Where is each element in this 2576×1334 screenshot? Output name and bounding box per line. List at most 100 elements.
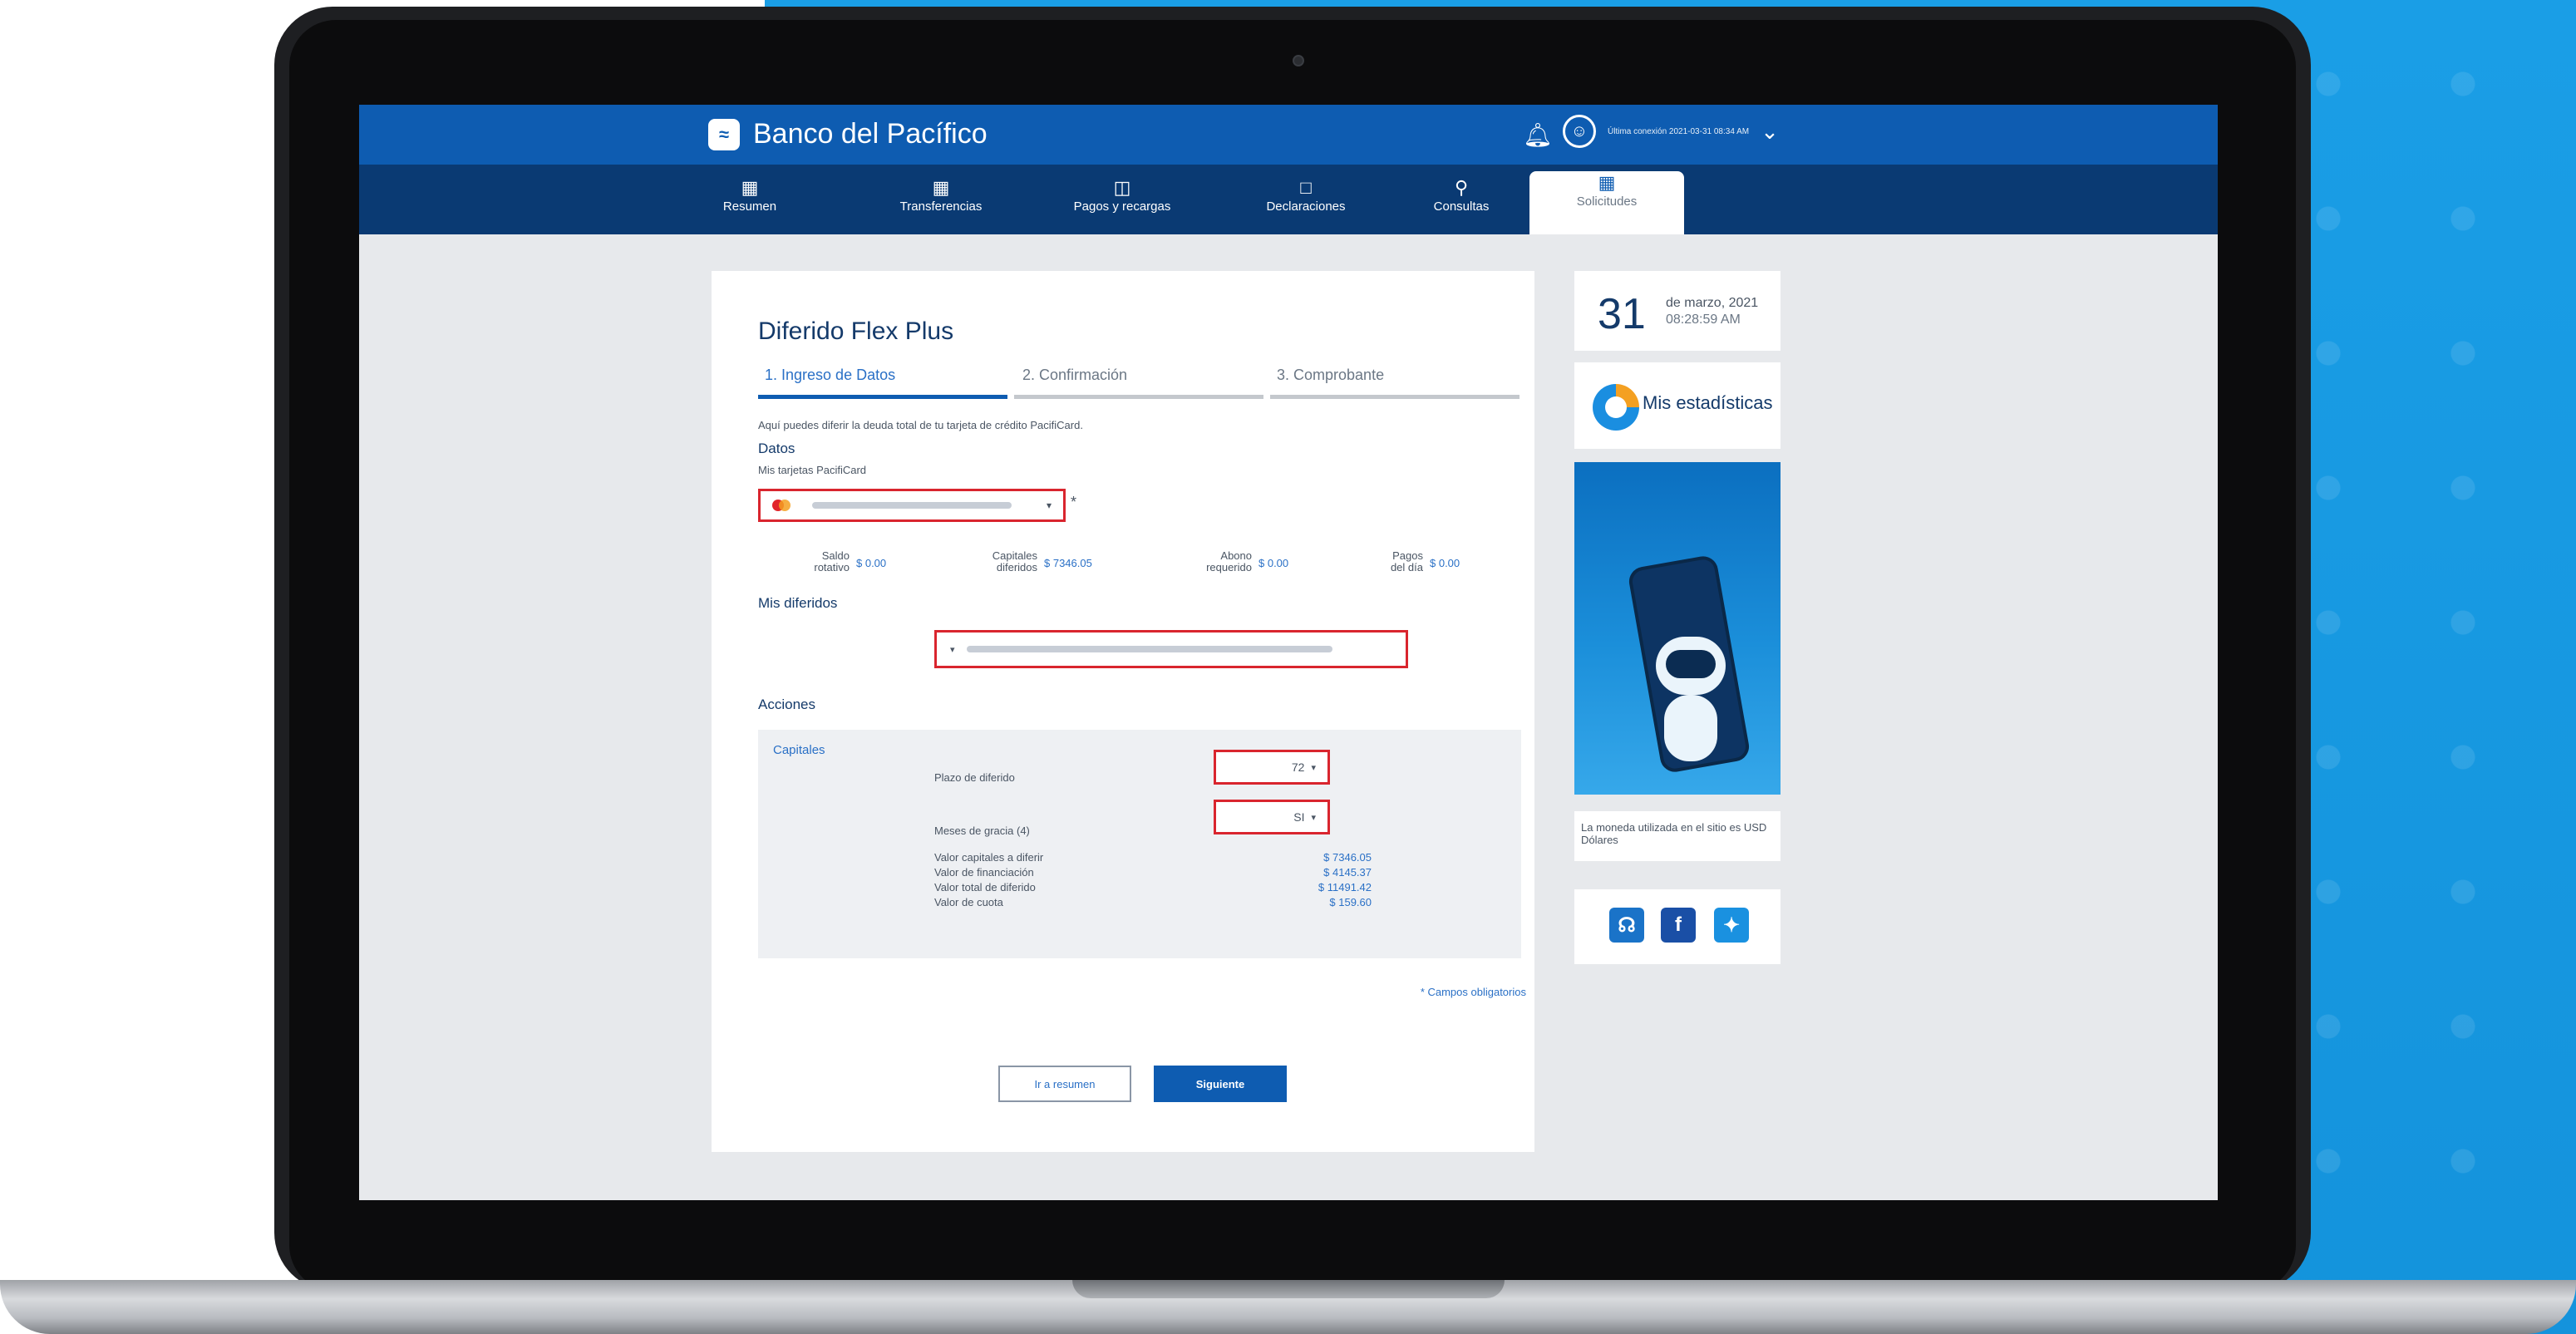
meses-gracia-value: SI (1293, 810, 1305, 824)
step-3-bar (1270, 395, 1519, 399)
bank-name: Banco del Pacífico (753, 118, 988, 150)
summary-label-line: Saldo (821, 549, 850, 562)
diferidos-select[interactable]: ▾ (934, 630, 1408, 668)
top-bar: ≈ Banco del Pacífico 🔔︎ ☺ Última conexió… (359, 105, 2218, 165)
summary-value: $ 0.00 (1258, 557, 1289, 569)
intro-text: Aquí puedes diferir la deuda total de tu… (758, 419, 1083, 431)
next-button[interactable]: Siguiente (1154, 1066, 1287, 1102)
detail-value: $ 159.60 (1329, 896, 1372, 908)
required-mark: * (1071, 494, 1077, 510)
robot-body (1664, 695, 1717, 761)
nav-solicitudes[interactable]: ▦ Solicitudes (1529, 171, 1684, 234)
date-day: 31 (1598, 290, 1646, 338)
nav-label: Transferencias (899, 199, 983, 214)
camera-icon (1293, 55, 1304, 66)
summary-value: $ 0.00 (856, 557, 887, 569)
nav-resumen[interactable]: ▦ Resumen (692, 176, 808, 214)
summary-label: Pagos del día (1365, 550, 1423, 573)
back-to-summary-button[interactable]: Ir a resumen (998, 1066, 1131, 1102)
date-month: de marzo, 2021 (1666, 296, 1759, 310)
transfer-icon: ▦ (932, 177, 950, 198)
page-title: Diferido Flex Plus (758, 318, 954, 345)
step-1-bar (758, 395, 1007, 399)
acciones-heading: Acciones (758, 697, 815, 712)
nav-transferencias[interactable]: ▦ Transferencias (883, 176, 999, 214)
search-icon: ⚲ (1454, 177, 1469, 198)
summary-label-line: Capitales (992, 549, 1037, 562)
step-2-bar (1014, 395, 1263, 399)
mastercard-icon (772, 500, 791, 511)
step-1: 1. Ingreso de Datos (765, 367, 896, 383)
capitales-panel: Capitales Plazo de diferido 72 ▾ Meses d… (758, 730, 1521, 958)
stats-card[interactable]: Mis estadísticas (1574, 362, 1781, 449)
nav-label: Consultas (1433, 199, 1490, 214)
social-card: ☊ f ✦ (1574, 889, 1781, 964)
summary-label: Abono requerido (1177, 550, 1252, 573)
date-card: 31 de marzo, 2021 08:28:59 AM (1574, 271, 1781, 351)
detail-value: $ 4145.37 (1323, 866, 1372, 879)
facebook-icon[interactable]: f (1661, 908, 1696, 943)
chevron-down-icon: ▾ (1046, 500, 1052, 511)
app-screen: ≈ Banco del Pacífico 🔔︎ ☺ Última conexió… (359, 105, 2218, 1200)
last-login: Última conexión 2021-03-31 08:34 AM (1608, 126, 1750, 136)
cards-label: Mis tarjetas PacifiCard (758, 464, 867, 476)
screenshot-stage: ≈ Banco del Pacífico 🔔︎ ☺ Última conexió… (0, 0, 2576, 1334)
meses-gracia-select[interactable]: SI ▾ (1214, 800, 1330, 834)
summary-label-line: rotativo (814, 561, 850, 573)
laptop-notch (1072, 1280, 1505, 1298)
detail-label: Valor de financiación (934, 866, 1034, 879)
requests-icon: ▦ (1598, 172, 1616, 193)
detail-label: Valor total de diferido (934, 881, 1036, 893)
nav-label: Resumen (722, 199, 777, 214)
summary-icon: ▦ (741, 177, 759, 198)
bank-logo[interactable]: ≈ Banco del Pacífico (708, 118, 988, 150)
required-fields-note: * Campos obligatorios (1420, 986, 1526, 998)
summary-label-line: requerido (1206, 561, 1252, 573)
card-select[interactable]: ▾ (758, 489, 1066, 522)
summary-value: $ 0.00 (1430, 557, 1460, 569)
datos-heading: Datos (758, 441, 795, 456)
masked-card-number (812, 502, 1012, 509)
masked-diferido (966, 646, 1332, 652)
summary-label: Saldo rotativo (791, 550, 850, 573)
user-icon: ☺ (1563, 115, 1596, 148)
chevron-down-icon: ▾ (950, 644, 955, 655)
detail-value: $ 11491.42 (1318, 881, 1372, 893)
summary-row: Saldo rotativo $ 0.00 Capitales diferido… (758, 550, 1506, 583)
summary-value: $ 7346.05 (1044, 557, 1092, 569)
bell-icon[interactable]: 🔔︎ (1523, 121, 1553, 149)
summary-label-line: Pagos (1392, 549, 1423, 562)
nav-label: Solicitudes (1576, 194, 1638, 209)
promo-banner[interactable] (1574, 462, 1781, 795)
nav-pagos[interactable]: ◫ Pagos y recargas (1056, 176, 1189, 214)
summary-label-line: Abono (1220, 549, 1252, 562)
detail-value: $ 7346.05 (1323, 851, 1372, 864)
capitales-label: Capitales (773, 743, 825, 757)
nav-declaraciones[interactable]: □ Declaraciones (1244, 176, 1368, 214)
mis-diferidos-heading: Mis diferidos (758, 595, 838, 611)
stats-label: Mis estadísticas (1643, 392, 1773, 413)
plazo-value: 72 (1291, 761, 1305, 774)
stepper: 1. Ingreso de Datos 2. Confirmación 3. C… (758, 367, 1523, 400)
chevron-down-icon: ▾ (1311, 812, 1316, 823)
plazo-select[interactable]: 72 ▾ (1214, 750, 1330, 785)
detail-label: Valor capitales a diferir (934, 851, 1044, 864)
summary-label: Capitales diferidos (963, 550, 1037, 573)
robot-face (1666, 650, 1716, 678)
step-2: 2. Confirmación (1022, 367, 1128, 383)
meses-gracia-label: Meses de gracia (4) (934, 825, 1030, 837)
headset-icon[interactable]: ☊ (1609, 908, 1644, 943)
step-3: 3. Comprobante (1277, 367, 1385, 383)
user-menu[interactable]: ☺ Última conexión 2021-03-31 08:34 AM ⌄ (1563, 115, 1779, 148)
form-card: Diferido Flex Plus 1. Ingreso de Datos 2… (712, 271, 1534, 1152)
plazo-label: Plazo de diferido (934, 771, 1015, 784)
bank-logo-icon: ≈ (708, 118, 740, 150)
twitter-icon[interactable]: ✦ (1714, 908, 1749, 943)
payments-icon: ◫ (1113, 177, 1131, 198)
summary-label-line: diferidos (996, 561, 1037, 573)
currency-note: La moneda utilizada en el sitio es USD D… (1581, 821, 1767, 846)
chevron-down-icon: ⌄ (1761, 118, 1779, 144)
document-icon: □ (1300, 177, 1312, 198)
nav-consultas[interactable]: ⚲ Consultas (1403, 176, 1519, 214)
chevron-down-icon: ▾ (1311, 762, 1316, 773)
